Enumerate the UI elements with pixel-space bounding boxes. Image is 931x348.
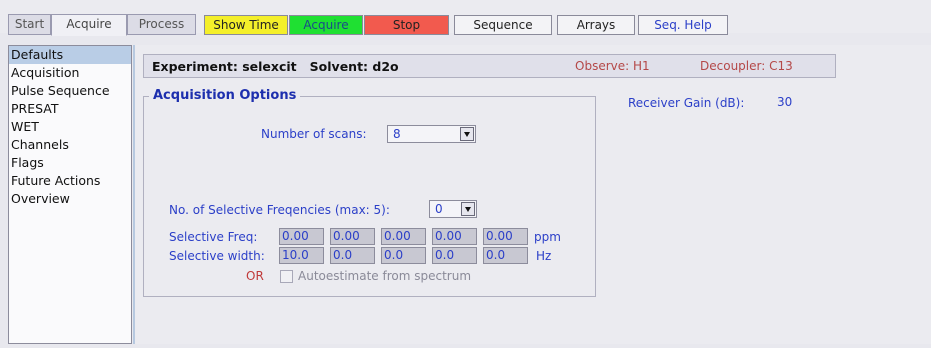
selwidth-unit: Hz [536, 249, 552, 263]
decoupler-nucleus: Decoupler: C13 [700, 59, 793, 73]
chevron-down-icon [461, 202, 475, 216]
selwidth-field[interactable]: 10.0 [279, 247, 324, 264]
tab-acquire[interactable]: Acquire [51, 14, 127, 36]
selfreq-field[interactable]: 0.00 [330, 228, 375, 245]
selfreq-label: Selective Freq: [169, 230, 258, 244]
acquisition-options-group: Acquisition Options Number of scans: 8 N… [143, 88, 596, 297]
main-panel: Experiment: selexcit Solvent: d2o Observ… [135, 45, 931, 344]
sidebar-item-wet[interactable]: WET [9, 118, 131, 136]
selwidth-label: Selective width: [169, 249, 265, 263]
selwidth-field[interactable]: 0.0 [381, 247, 426, 264]
experiment-bar: Experiment: selexcit Solvent: d2o Observ… [143, 54, 836, 78]
seq-help-button[interactable]: Seq. Help [638, 15, 728, 35]
tab-bar: Start Acquire Process Show Time Acquire … [0, 0, 931, 36]
group-title: Acquisition Options [149, 88, 301, 103]
scans-label: Number of scans: [261, 127, 367, 141]
or-label: OR [246, 269, 264, 283]
stop-button[interactable]: Stop [364, 15, 449, 35]
tab-start[interactable]: Start [8, 14, 51, 35]
selwidth-field[interactable]: 0.0 [432, 247, 477, 264]
receiver-gain-label: Receiver Gain (dB): [628, 96, 745, 110]
selfreq-field[interactable]: 0.00 [483, 228, 528, 245]
selfreq-field[interactable]: 0.00 [381, 228, 426, 245]
sidebar-item-pulse-sequence[interactable]: Pulse Sequence [9, 82, 131, 100]
receiver-gain-value[interactable]: 30 [777, 95, 792, 109]
sidebar-item-future-actions[interactable]: Future Actions [9, 172, 131, 190]
selfreq-unit: ppm [534, 230, 561, 244]
sidebar-item-presat[interactable]: PRESAT [9, 100, 131, 118]
sidebar-item-acquisition[interactable]: Acquisition [9, 64, 131, 82]
sidebar-item-channels[interactable]: Channels [9, 136, 131, 154]
show-time-button[interactable]: Show Time [204, 15, 288, 35]
autoestimate-label: Autoestimate from spectrum [298, 269, 472, 283]
sequence-button[interactable]: Sequence [454, 15, 552, 35]
selfreq-count-value: 0 [435, 202, 443, 216]
experiment-info: Experiment: selexcit Solvent: d2o [152, 59, 399, 74]
page-list: Defaults Acquisition Pulse Sequence PRES… [8, 45, 132, 344]
sidebar-item-overview[interactable]: Overview [9, 190, 131, 208]
chevron-down-icon [460, 127, 474, 141]
sidebar-item-flags[interactable]: Flags [9, 154, 131, 172]
sidebar-item-defaults[interactable]: Defaults [9, 46, 131, 64]
arrays-button[interactable]: Arrays [557, 15, 635, 35]
selfreq-count-select[interactable]: 0 [429, 200, 477, 218]
scans-value: 8 [393, 127, 401, 141]
selwidth-field[interactable]: 0.0 [330, 247, 375, 264]
selfreq-field[interactable]: 0.00 [432, 228, 477, 245]
selfreq-field[interactable]: 0.00 [279, 228, 324, 245]
selfreq-count-label: No. of Selective Freqencies (max: 5): [169, 203, 390, 217]
autoestimate-checkbox[interactable] [280, 270, 293, 283]
observe-nucleus: Observe: H1 [575, 59, 650, 73]
selwidth-field[interactable]: 0.0 [483, 247, 528, 264]
acquire-button[interactable]: Acquire [289, 15, 363, 35]
tab-process[interactable]: Process [127, 14, 196, 35]
scans-select[interactable]: 8 [387, 125, 476, 143]
